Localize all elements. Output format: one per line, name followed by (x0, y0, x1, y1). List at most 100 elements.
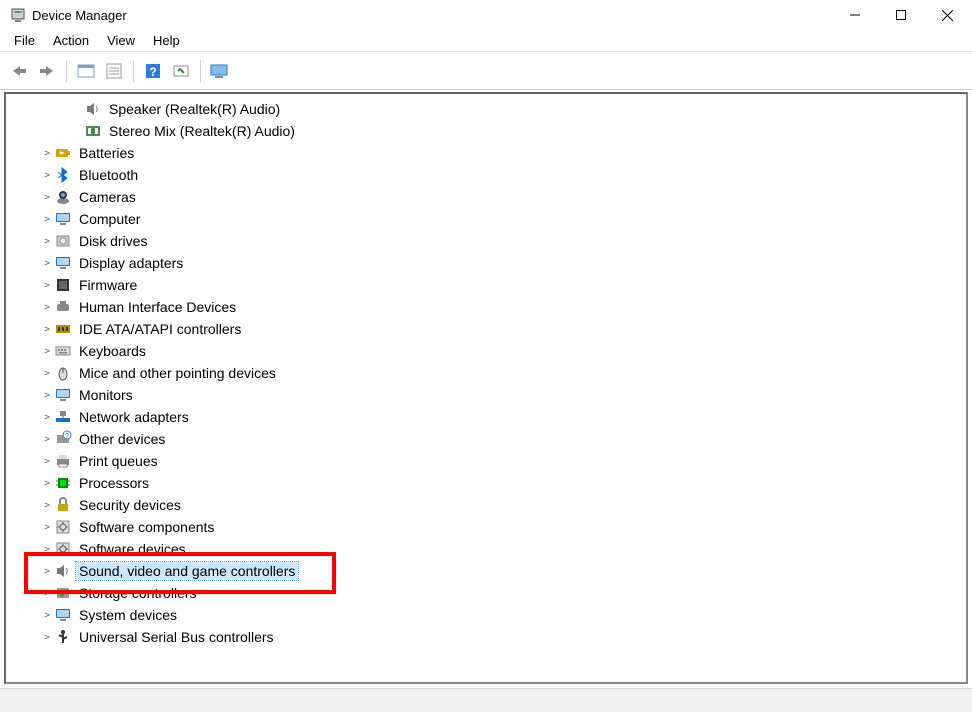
tree-category[interactable]: > Human Interface Devices (6, 296, 966, 318)
device-tree-container[interactable]: Speaker (Realtek(R) Audio) Stereo Mix (Re… (4, 92, 968, 684)
expand-glyph[interactable]: > (40, 302, 54, 313)
back-button[interactable] (7, 59, 31, 83)
expand-glyph[interactable]: > (40, 148, 54, 159)
forward-button[interactable] (35, 59, 59, 83)
scan-button[interactable] (169, 59, 193, 83)
tree-category[interactable]: > Universal Serial Bus controllers (6, 626, 966, 648)
tree-category[interactable]: >Network adapters (6, 406, 966, 428)
expand-glyph[interactable]: > (40, 632, 54, 643)
tree-category-label: Sound, video and game controllers (76, 562, 298, 580)
tree-category-label: Display adapters (76, 254, 186, 272)
monitor-icon (54, 386, 72, 404)
expand-glyph[interactable]: > (40, 324, 54, 335)
expand-glyph[interactable]: > (40, 258, 54, 269)
software-icon (54, 518, 72, 536)
tree-category[interactable]: > Sound, video and game controllers (6, 560, 966, 582)
tree-category[interactable]: >Computer (6, 208, 966, 230)
expand-glyph[interactable]: > (40, 368, 54, 379)
camera-icon (54, 188, 72, 206)
tree-category[interactable]: >Cameras (6, 186, 966, 208)
usb-icon (54, 628, 72, 646)
expand-glyph[interactable]: > (40, 522, 54, 533)
expand-glyph[interactable]: > (40, 610, 54, 621)
tree-category[interactable]: > Firmware (6, 274, 966, 296)
expand-glyph[interactable]: > (40, 280, 54, 291)
menu-help[interactable]: Help (145, 31, 188, 50)
speaker-icon (84, 100, 102, 118)
tree-category[interactable]: > Storage controllers (6, 582, 966, 604)
hid-icon (54, 298, 72, 316)
tree-category[interactable]: > Disk drives (6, 230, 966, 252)
expand-glyph[interactable]: > (40, 214, 54, 225)
expand-glyph[interactable]: > (40, 346, 54, 357)
menu-action[interactable]: Action (45, 31, 97, 50)
tree-category[interactable]: > Keyboards (6, 340, 966, 362)
tree-category-label: Universal Serial Bus controllers (76, 628, 277, 646)
minimize-button[interactable] (832, 0, 878, 30)
close-button[interactable] (924, 0, 970, 30)
network-icon (54, 408, 72, 426)
app-icon (10, 7, 26, 23)
expand-glyph[interactable]: > (40, 588, 54, 599)
tree-category-label: Human Interface Devices (76, 298, 239, 316)
tree-category[interactable]: >Monitors (6, 384, 966, 406)
device-button[interactable] (208, 59, 232, 83)
mouse-icon (54, 364, 72, 382)
tree-category[interactable]: > System devices (6, 604, 966, 626)
toolbar-divider (66, 60, 67, 82)
tree-category[interactable]: > Mice and other pointing devices (6, 362, 966, 384)
tree-category-label: Firmware (76, 276, 140, 294)
tree-category[interactable]: >?Other devices (6, 428, 966, 450)
tree-category[interactable]: > Processors (6, 472, 966, 494)
svg-text:?: ? (149, 65, 156, 79)
bluetooth-icon (54, 166, 72, 184)
show-hidden-button[interactable] (74, 59, 98, 83)
tree-category-label: System devices (76, 606, 180, 624)
firmware-icon (54, 276, 72, 294)
security-icon (54, 496, 72, 514)
expand-glyph[interactable]: > (40, 192, 54, 203)
storage-icon (54, 584, 72, 602)
tree-category-label: Batteries (76, 144, 137, 162)
maximize-button[interactable] (878, 0, 924, 30)
device-tree: Speaker (Realtek(R) Audio) Stereo Mix (Re… (6, 94, 966, 652)
expand-glyph[interactable]: > (40, 544, 54, 555)
tree-category-label: Storage controllers (76, 584, 200, 602)
tree-category-label: IDE ATA/ATAPI controllers (76, 320, 244, 338)
tree-category[interactable]: >Security devices (6, 494, 966, 516)
menu-file[interactable]: File (6, 31, 43, 50)
mixer-icon (84, 122, 102, 140)
expand-glyph[interactable]: > (40, 412, 54, 423)
tree-category-label: Processors (76, 474, 152, 492)
expand-glyph[interactable]: > (40, 478, 54, 489)
tree-leaf[interactable]: Speaker (Realtek(R) Audio) (6, 98, 966, 120)
tree-category[interactable]: > IDE ATA/ATAPI controllers (6, 318, 966, 340)
expand-glyph[interactable]: > (40, 434, 54, 445)
tree-leaf-label: Stereo Mix (Realtek(R) Audio) (106, 122, 298, 140)
processor-icon (54, 474, 72, 492)
expand-glyph[interactable]: > (40, 456, 54, 467)
tree-category[interactable]: > Print queues (6, 450, 966, 472)
tree-category-label: Keyboards (76, 342, 149, 360)
menu-view[interactable]: View (99, 31, 143, 50)
expand-glyph[interactable]: > (40, 170, 54, 181)
tree-category[interactable]: >Bluetooth (6, 164, 966, 186)
expand-glyph[interactable]: > (40, 236, 54, 247)
tree-category[interactable]: >Software devices (6, 538, 966, 560)
tree-category[interactable]: > Batteries (6, 142, 966, 164)
other-icon: ? (54, 430, 72, 448)
tree-category[interactable]: >Software components (6, 516, 966, 538)
expand-glyph[interactable]: > (40, 500, 54, 511)
expand-glyph[interactable]: > (40, 566, 54, 577)
tree-category-label: Print queues (76, 452, 161, 470)
expand-glyph[interactable]: > (40, 390, 54, 401)
properties-button[interactable] (102, 59, 126, 83)
tree-category[interactable]: > Display adapters (6, 252, 966, 274)
help-button[interactable]: ? (141, 59, 165, 83)
tree-leaf[interactable]: Stereo Mix (Realtek(R) Audio) (6, 120, 966, 142)
display-icon (54, 254, 72, 272)
tree-category-label: Disk drives (76, 232, 150, 250)
toolbar: ? (0, 52, 972, 90)
tree-category-label: Mice and other pointing devices (76, 364, 279, 382)
menubar: File Action View Help (0, 30, 972, 52)
